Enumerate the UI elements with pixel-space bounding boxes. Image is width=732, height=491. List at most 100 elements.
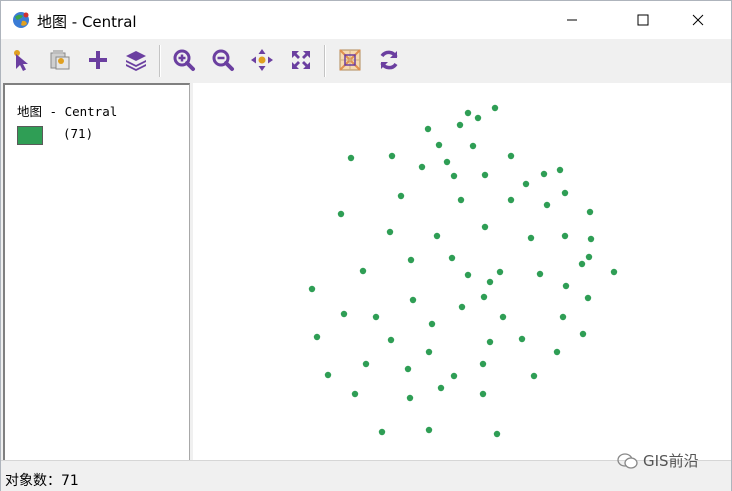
- map-point[interactable]: [378, 428, 386, 436]
- map-point[interactable]: [340, 310, 348, 318]
- map-point[interactable]: [518, 335, 526, 343]
- map-point[interactable]: [481, 223, 489, 231]
- map-point[interactable]: [610, 268, 618, 276]
- map-point[interactable]: [562, 282, 570, 290]
- map-point[interactable]: [587, 235, 595, 243]
- watermark-text: GIS前沿: [643, 452, 699, 470]
- maximize-button[interactable]: [620, 1, 666, 39]
- map-point[interactable]: [561, 189, 569, 197]
- map-point[interactable]: [406, 394, 414, 402]
- map-point[interactable]: [418, 163, 426, 171]
- map-point[interactable]: [496, 268, 504, 276]
- select-tool-button[interactable]: [7, 45, 37, 75]
- map-point[interactable]: [584, 294, 592, 302]
- map-point[interactable]: [553, 348, 561, 356]
- refresh-button[interactable]: [374, 45, 404, 75]
- map-point[interactable]: [437, 384, 445, 392]
- map-point[interactable]: [404, 365, 412, 373]
- title-bar: 地图 - Central: [1, 1, 731, 39]
- map-point[interactable]: [522, 180, 530, 188]
- watermark: GIS前沿: [617, 450, 699, 471]
- map-point[interactable]: [493, 430, 501, 438]
- map-point[interactable]: [428, 320, 436, 328]
- map-point[interactable]: [536, 270, 544, 278]
- map-point[interactable]: [464, 271, 472, 279]
- full-extent-button[interactable]: [286, 45, 316, 75]
- map-point[interactable]: [527, 234, 535, 242]
- zoom-in-button[interactable]: [169, 45, 199, 75]
- map-point[interactable]: [372, 313, 380, 321]
- map-point[interactable]: [579, 330, 587, 338]
- map-point[interactable]: [409, 296, 417, 304]
- map-point[interactable]: [585, 253, 593, 261]
- map-point[interactable]: [458, 303, 466, 311]
- map-point[interactable]: [425, 348, 433, 356]
- map-point[interactable]: [491, 104, 499, 112]
- map-point[interactable]: [479, 390, 487, 398]
- layers-button[interactable]: [121, 45, 151, 75]
- map-point[interactable]: [479, 360, 487, 368]
- map-point[interactable]: [407, 256, 415, 264]
- zoom-out-icon: [212, 49, 234, 71]
- map-point[interactable]: [397, 192, 405, 200]
- identify-icon: [50, 50, 70, 70]
- map-point[interactable]: [351, 390, 359, 398]
- toolbar: [1, 39, 731, 83]
- map-point[interactable]: [362, 360, 370, 368]
- map-point[interactable]: [443, 158, 451, 166]
- layer-symbol-swatch[interactable]: [17, 126, 43, 145]
- info-tool-button[interactable]: [45, 45, 75, 75]
- map-point[interactable]: [578, 260, 586, 268]
- map-point[interactable]: [387, 336, 395, 344]
- map-view-button[interactable]: [335, 45, 365, 75]
- map-point[interactable]: [561, 232, 569, 240]
- map-point[interactable]: [586, 208, 594, 216]
- map-point[interactable]: [499, 313, 507, 321]
- zoom-in-icon: [173, 49, 195, 71]
- map-point[interactable]: [388, 152, 396, 160]
- map-point[interactable]: [474, 114, 482, 122]
- map-point[interactable]: [425, 426, 433, 434]
- map-point[interactable]: [456, 121, 464, 129]
- minimize-icon: [567, 19, 577, 21]
- pan-button[interactable]: [247, 45, 277, 75]
- map-point[interactable]: [324, 371, 332, 379]
- map-point[interactable]: [337, 210, 345, 218]
- map-point[interactable]: [556, 166, 564, 174]
- map-point[interactable]: [424, 125, 432, 133]
- map-point[interactable]: [530, 372, 538, 380]
- close-button[interactable]: [675, 1, 721, 39]
- map-point[interactable]: [469, 142, 477, 150]
- add-layer-button[interactable]: [83, 45, 113, 75]
- map-point[interactable]: [457, 196, 465, 204]
- map-icon: [339, 49, 361, 71]
- plus-icon: [89, 51, 107, 69]
- map-point[interactable]: [507, 152, 515, 160]
- map-point[interactable]: [347, 154, 355, 162]
- map-point[interactable]: [486, 338, 494, 346]
- status-object-count: 对象数：71: [5, 473, 79, 489]
- map-point[interactable]: [435, 141, 443, 149]
- map-point[interactable]: [486, 278, 494, 286]
- map-canvas[interactable]: [193, 83, 731, 460]
- map-point[interactable]: [386, 228, 394, 236]
- map-point[interactable]: [448, 254, 456, 262]
- map-point[interactable]: [313, 333, 321, 341]
- zoom-out-button[interactable]: [208, 45, 238, 75]
- minimize-button[interactable]: [549, 1, 595, 39]
- map-point[interactable]: [359, 267, 367, 275]
- map-point[interactable]: [540, 170, 548, 178]
- map-point[interactable]: [450, 372, 458, 380]
- map-point[interactable]: [559, 313, 567, 321]
- map-point[interactable]: [481, 171, 489, 179]
- map-point[interactable]: [464, 109, 472, 117]
- map-point[interactable]: [450, 172, 458, 180]
- map-point[interactable]: [433, 232, 441, 240]
- map-point[interactable]: [507, 196, 515, 204]
- map-point[interactable]: [480, 293, 488, 301]
- map-point[interactable]: [308, 285, 316, 293]
- close-icon: [692, 14, 704, 26]
- map-point[interactable]: [543, 201, 551, 209]
- maximize-icon: [637, 14, 649, 26]
- app-window: 地图 - Central 地图 - Central (71) 对象数：71 GI…: [0, 0, 732, 491]
